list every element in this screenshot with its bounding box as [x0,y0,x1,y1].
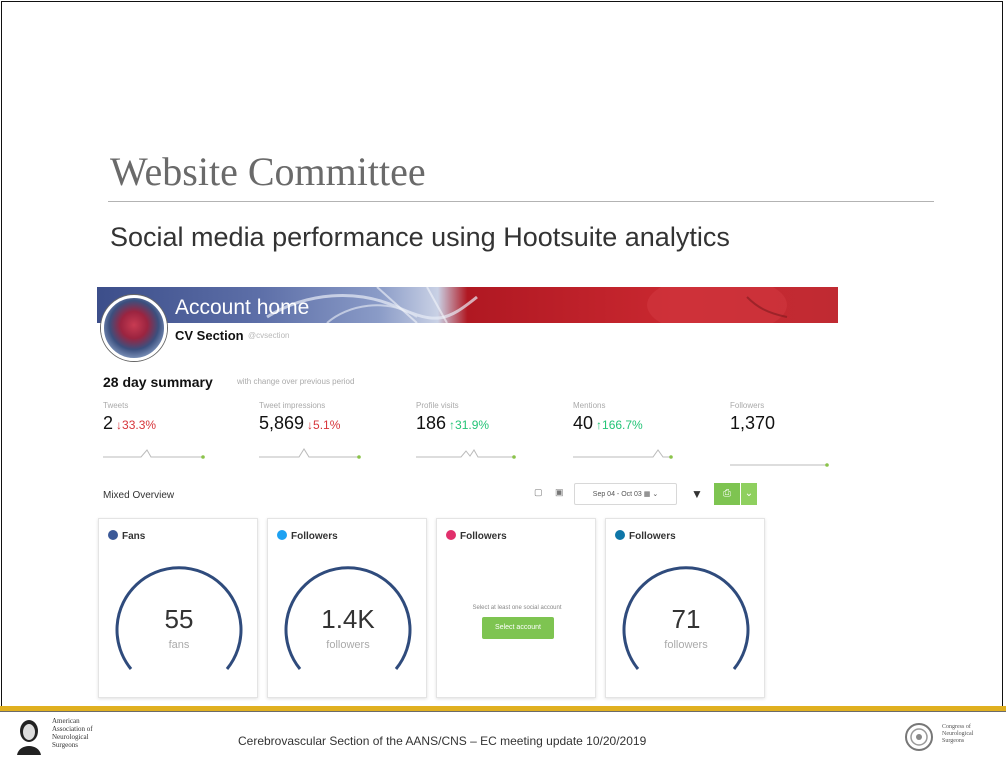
chevron-down-icon: ⌄ [652,491,659,498]
card-label: Followers [460,531,507,542]
card-facebook-fans[interactable]: Fans 55 fans [98,518,258,698]
export-icon[interactable]: ▣ [555,487,564,498]
card-label: Followers [629,531,676,542]
metric-label: Tweet impressions [259,401,326,410]
title-divider [108,201,934,202]
cns-logo-text: Congress of Neurological Surgeons [942,724,974,744]
aans-logo-icon [17,720,41,755]
card-label: Followers [291,531,338,542]
date-range-text: Sep 04 - Oct 03 [592,491,642,498]
metric-value: 2 [103,413,114,433]
download-button[interactable]: ⎙ [714,483,740,505]
metric-value: 186 [416,413,447,433]
linkedin-icon [615,530,625,540]
slide-subtitle: Social media performance using Hootsuite… [110,222,730,252]
gauge-value: 71 [671,604,701,634]
account-home-title: Account home [175,296,310,319]
download-dropdown-button[interactable]: ⌄ [741,483,757,505]
mixed-overview-title: Mixed Overview [103,490,175,501]
metric-value: 40 [573,413,594,433]
metric-change: ↑166.7% [596,418,643,432]
cns-seal-icon [905,723,933,751]
account-handle: @cvsection [248,331,290,340]
footer [0,706,1006,760]
account-avatar[interactable] [101,295,167,361]
metric-tweet-impressions[interactable]: Tweet impressions 5,869 ↓5.1% [259,401,340,434]
metric-label: Mentions [573,401,606,410]
calendar-icon[interactable]: ▢ [534,487,543,498]
select-account-button[interactable]: Select account [482,617,554,639]
card-linkedin-followers[interactable]: Followers 71 followers [605,518,765,698]
account-name[interactable]: CV Section [175,328,244,343]
metric-change: ↓33.3% [116,418,157,432]
metric-value: 1,370 [730,413,776,433]
gauge-unit: fans [168,639,190,651]
metric-label: Followers [730,401,765,410]
aans-logo-text: American Association of Neurological Sur… [52,717,93,749]
gauge-unit: followers [664,639,708,651]
sparkline-tweets [103,449,205,459]
gauge-unit: followers [326,639,370,651]
card-instagram-followers[interactable]: Followers Select at least one social acc… [436,518,596,698]
footer-text: Cerebrovascular Section of the AANS/CNS … [238,734,647,748]
date-range-picker[interactable]: Sep 04 - Oct 03 ▦ ⌄ [574,483,677,505]
instagram-icon [446,530,456,540]
calendar-small-icon: ▦ [643,491,651,498]
footer-divider [0,711,1006,712]
sparkline-mentions [573,449,673,459]
gauge-value: 1.4K [321,604,375,634]
metric-tweets[interactable]: Tweets 2 ↓33.3% [103,401,156,434]
facebook-icon [108,530,118,540]
select-account-prompt: Select at least one social account [472,605,562,611]
metric-value: 5,869 [259,413,305,433]
card-label: Fans [122,531,146,542]
summary-title: 28 day summary [103,374,213,390]
metric-label: Profile visits [416,401,459,410]
summary-subtitle: with change over previous period [237,377,355,386]
card-twitter-followers[interactable]: Followers 1.4K followers [267,518,427,698]
sparkline-impressions [259,448,361,459]
gauge-value: 55 [164,604,194,634]
filter-icon[interactable]: ▼ [686,483,708,505]
metric-change: ↓5.1% [307,418,341,432]
metric-profile-visits[interactable]: Profile visits 186 ↑31.9% [416,401,489,434]
metric-label: Tweets [103,401,129,410]
slide-title: Website Committee [110,149,426,194]
sparkline-profile-visits [416,449,516,459]
metric-mentions[interactable]: Mentions 40 ↑166.7% [573,401,643,434]
sparkline-followers [730,463,829,467]
metric-followers[interactable]: Followers 1,370 [730,401,775,434]
twitter-icon [277,530,287,540]
metric-change: ↑31.9% [449,418,490,432]
